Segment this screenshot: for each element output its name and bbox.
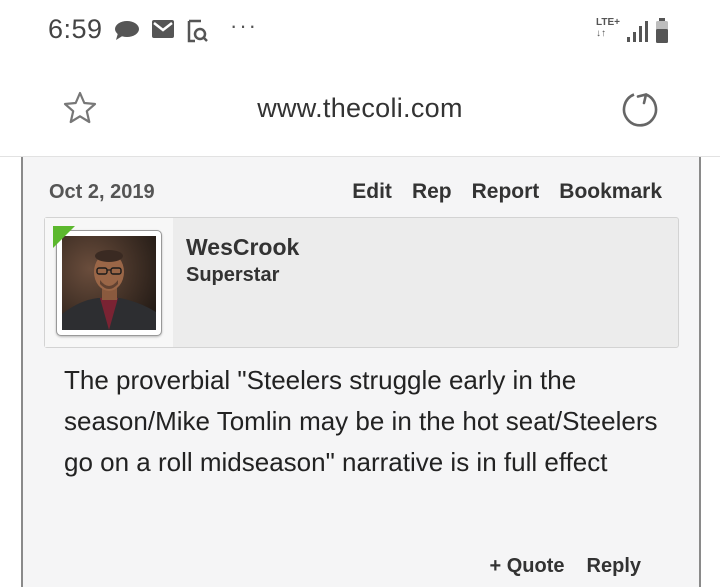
chat-bubble-icon <box>115 21 139 40</box>
forum-post: Oct 2, 2019 Edit Rep Report Bookmark Wes… <box>21 157 701 587</box>
bookmark-link[interactable]: Bookmark <box>559 180 662 204</box>
rep-link[interactable]: Rep <box>412 180 452 204</box>
screenshot-search-icon <box>187 19 208 43</box>
report-link[interactable]: Report <box>472 180 540 204</box>
post-body: The proverbial "Steelers struggle early … <box>64 365 658 477</box>
online-indicator <box>53 226 75 248</box>
post-date: Oct 2, 2019 <box>49 181 155 203</box>
reload-icon[interactable] <box>620 89 660 129</box>
user-title: Superstar <box>186 264 280 286</box>
edit-link[interactable]: Edit <box>352 180 392 204</box>
avatar-image <box>62 236 156 330</box>
battery-icon <box>656 18 668 43</box>
address-bar: www.thecoli.com <box>0 62 720 157</box>
username-link[interactable]: WesCrook <box>186 234 299 261</box>
status-bar: 6:59 ··· LTE+ ↓↑ <box>0 0 720 62</box>
network-indicator: LTE+ ↓↑ <box>596 17 620 39</box>
url-text[interactable]: www.thecoli.com <box>0 93 720 124</box>
user-card: WesCrook Superstar <box>44 217 679 348</box>
network-type: LTE+ <box>596 17 620 28</box>
gmail-icon <box>152 20 174 38</box>
post-actions: Edit Rep Report Bookmark <box>352 180 662 204</box>
avatar-column <box>45 218 173 347</box>
network-arrows: ↓↑ <box>596 28 606 39</box>
status-time: 6:59 <box>48 14 103 44</box>
signal-bars-icon <box>627 21 648 42</box>
more-dots-icon: ··· <box>230 13 258 38</box>
